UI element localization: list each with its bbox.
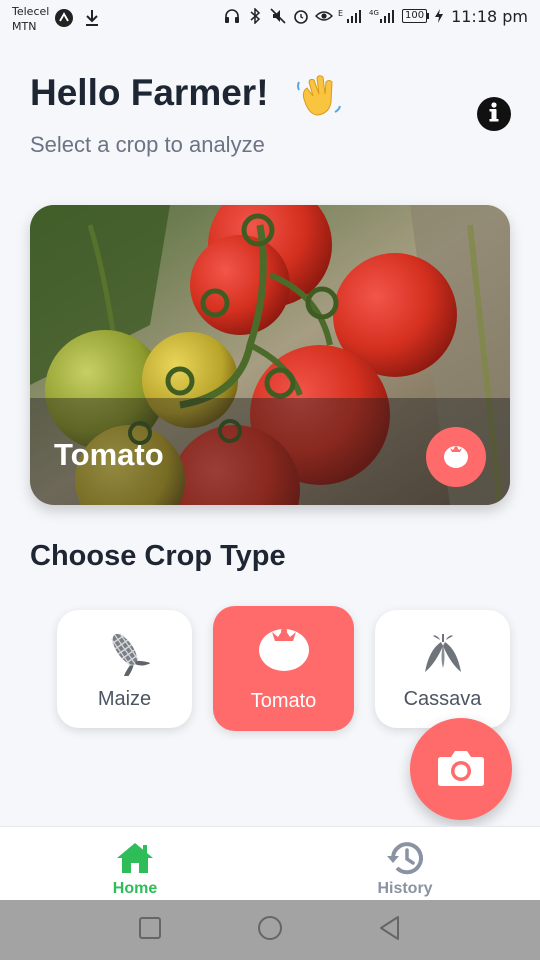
circle-icon bbox=[257, 915, 283, 946]
system-navigation-bar bbox=[0, 900, 540, 960]
nav-history-label: History bbox=[377, 880, 433, 897]
battery-level: 100 bbox=[401, 9, 428, 23]
signal-icon: 4G bbox=[369, 6, 397, 26]
back-button[interactable] bbox=[374, 914, 406, 946]
signal-icon: E bbox=[338, 6, 364, 26]
section-title: Choose Crop Type bbox=[30, 540, 286, 572]
info-button[interactable] bbox=[477, 97, 511, 131]
camera-button[interactable] bbox=[410, 718, 512, 820]
nav-history[interactable]: History bbox=[270, 827, 540, 901]
page-subtitle: Select a crop to analyze bbox=[30, 132, 265, 157]
crop-label: Maize bbox=[97, 688, 152, 710]
mute-icon bbox=[269, 6, 287, 26]
back-triangle-icon bbox=[378, 915, 402, 946]
crop-card-tomato[interactable]: Tomato bbox=[213, 606, 354, 731]
page-title: Hello Farmer! bbox=[30, 72, 269, 113]
selected-crop-name: Tomato bbox=[54, 437, 164, 472]
carrier-info: Telecel MTN bbox=[12, 4, 49, 34]
maize-icon bbox=[57, 628, 192, 678]
nav-home[interactable]: Home bbox=[0, 827, 270, 901]
battery-icon: 100 bbox=[401, 9, 430, 23]
tomato-icon bbox=[441, 440, 471, 475]
crop-label: Tomato bbox=[250, 690, 317, 712]
charging-icon bbox=[434, 6, 444, 26]
square-icon bbox=[138, 916, 162, 945]
selected-crop-card[interactable]: Tomato bbox=[30, 205, 510, 505]
app-notification-icon bbox=[54, 8, 74, 28]
network-label: E bbox=[338, 9, 343, 18]
bluetooth-icon bbox=[246, 6, 264, 26]
info-icon bbox=[484, 101, 504, 128]
camera-icon bbox=[437, 747, 485, 792]
eye-icon bbox=[314, 6, 333, 26]
waving-hand-icon bbox=[295, 72, 343, 120]
recents-button[interactable] bbox=[134, 914, 166, 946]
tomato-icon bbox=[213, 622, 354, 672]
home-icon bbox=[0, 839, 270, 877]
nav-home-label: Home bbox=[112, 880, 158, 897]
carrier-name-2: MTN bbox=[12, 20, 37, 33]
status-time: 11:18 pm bbox=[451, 6, 528, 26]
network-label: 4G bbox=[369, 9, 379, 17]
history-icon bbox=[270, 839, 540, 877]
alarm-icon bbox=[292, 6, 310, 26]
home-system-button[interactable] bbox=[254, 914, 286, 946]
download-icon bbox=[82, 8, 102, 28]
status-bar: Telecel MTN E 4G 100 11:18 pm bbox=[0, 0, 540, 40]
carrier-name-1: Telecel bbox=[12, 5, 50, 18]
headphones-icon bbox=[223, 6, 241, 26]
crop-label: Cassava bbox=[403, 688, 482, 710]
cassava-icon bbox=[375, 628, 510, 678]
crop-card-cassava[interactable]: Cassava bbox=[375, 610, 510, 728]
crop-card-maize[interactable]: Maize bbox=[57, 610, 192, 728]
hero-badge bbox=[426, 427, 486, 487]
bottom-navigation: Home History bbox=[0, 826, 540, 900]
